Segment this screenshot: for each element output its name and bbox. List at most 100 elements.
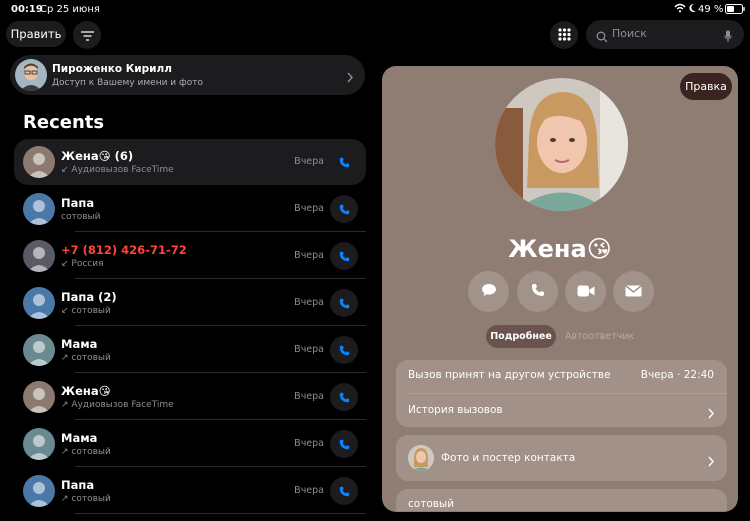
call-back-button[interactable]	[330, 148, 358, 176]
battery-icon	[725, 4, 745, 17]
call-button[interactable]	[517, 271, 558, 312]
call-back-button[interactable]	[330, 289, 358, 317]
call-type-text: Аудиовызов FaceTime	[71, 165, 174, 175]
phone-number-card[interactable]: сотовый	[396, 489, 727, 511]
search-icon	[596, 28, 608, 47]
my-avatar	[15, 59, 47, 91]
contact-photo	[495, 78, 628, 211]
status-bar: 00:19 Ср 25 июня 49 %	[0, 0, 750, 20]
incoming-arrow-icon: ↙	[61, 165, 72, 175]
call-back-button[interactable]	[330, 383, 358, 411]
outgoing-arrow-icon: ↗	[61, 353, 72, 363]
detail-edit-button[interactable]: Правка	[680, 73, 732, 100]
avatar	[23, 287, 55, 319]
edit-button[interactable]: Править	[6, 21, 66, 47]
call-type-text: сотовый	[71, 494, 111, 504]
call-type-text: сотовый	[71, 447, 111, 457]
video-camera-icon	[577, 282, 595, 301]
call-back-button[interactable]	[330, 430, 358, 458]
phone-icon	[339, 435, 350, 454]
keypad-grid-icon	[557, 26, 571, 45]
photo-poster-label: Фото и постер контакта	[441, 452, 576, 464]
recent-call-row[interactable]: Папа ↗ сотовый Вчера	[14, 468, 366, 514]
call-time: Вчера	[294, 297, 324, 308]
phone-icon	[339, 294, 350, 313]
avatar	[23, 240, 55, 272]
call-type-label: ↗ Аудиовызов FaceTime	[61, 400, 174, 410]
row-separator	[75, 325, 366, 326]
detail-edit-label: Правка	[685, 80, 727, 93]
call-type-label: ↗ сотовый	[61, 353, 111, 363]
photo-poster-row[interactable]: Фото и постер контакта	[396, 435, 727, 481]
chevron-right-icon	[347, 68, 353, 87]
battery-text: 49 %	[698, 4, 724, 15]
recent-call-row[interactable]: +7 (812) 426-71-72 ↙ Россия Вчера	[14, 233, 366, 279]
search-field[interactable]: Поиск	[586, 20, 744, 49]
call-time: Вчера	[294, 485, 324, 496]
avatar	[23, 381, 55, 413]
recent-call-row[interactable]: Жена😘 (6) ↙ Аудиовызов FaceTime Вчера	[14, 139, 366, 185]
row-separator	[75, 372, 366, 373]
tab-voicemail[interactable]: Автоответчик	[565, 331, 634, 342]
recent-call-row[interactable]: Папа (2) ↙ сотовый Вчера	[14, 280, 366, 326]
tab-details[interactable]: Подробнее	[486, 325, 556, 348]
call-back-button[interactable]	[330, 477, 358, 505]
my-name: Пироженко Кирилл	[52, 63, 172, 75]
message-button[interactable]	[468, 271, 509, 312]
microphone-icon[interactable]	[724, 28, 732, 47]
avatar	[23, 475, 55, 507]
recent-call-row[interactable]: Папа сотовый Вчера	[14, 186, 366, 232]
keypad-button[interactable]	[550, 21, 578, 49]
filter-lines-icon	[80, 26, 94, 45]
call-time: Вчера	[294, 391, 324, 402]
phone-icon	[339, 388, 350, 407]
recent-call-row[interactable]: Мама ↗ сотовый Вчера	[14, 421, 366, 467]
my-card[interactable]: Пироженко Кирилл Доступ к Вашему имени и…	[10, 55, 365, 95]
call-time: Вчера	[294, 203, 324, 214]
caller-name: Мама	[61, 337, 98, 351]
call-type-text: Россия	[71, 259, 104, 269]
call-info-text: Вызов принят на другом устройстве	[408, 369, 611, 381]
call-type-text: Аудиовызов FaceTime	[71, 400, 174, 410]
envelope-icon	[625, 282, 642, 301]
chevron-right-icon	[708, 452, 714, 471]
phone-icon	[339, 153, 350, 172]
filter-button[interactable]	[73, 21, 101, 49]
call-time: Вчера	[294, 250, 324, 261]
call-back-button[interactable]	[330, 242, 358, 270]
incoming-arrow-icon: ↙	[61, 306, 72, 316]
call-type-label: сотовый	[61, 212, 100, 222]
call-back-button[interactable]	[330, 336, 358, 364]
call-type-label: ↙ Аудиовызов FaceTime	[61, 165, 174, 175]
video-button[interactable]	[565, 271, 606, 312]
row-separator	[75, 419, 366, 420]
recent-call-row[interactable]: Мама ↗ сотовый Вчера	[14, 327, 366, 373]
contact-name: Жена😘	[508, 235, 612, 263]
call-type-label: ↙ сотовый	[61, 306, 111, 316]
caller-name: Жена😘 (6)	[61, 149, 134, 163]
row-separator	[75, 278, 366, 279]
recent-call-row[interactable]: Жена😘 ↗ Аудиовызов FaceTime Вчера	[14, 374, 366, 420]
call-history-label: История вызовов	[408, 404, 503, 416]
call-type-text: сотовый	[61, 212, 101, 222]
phone-icon	[339, 200, 350, 219]
caller-name: Мама	[61, 431, 98, 445]
contact-thumbnail	[408, 445, 434, 471]
recents-title: Recents	[23, 112, 105, 133]
call-type-label: ↙ Россия	[61, 259, 104, 269]
outgoing-arrow-icon: ↗	[61, 447, 72, 457]
call-history-row[interactable]: История вызовов	[396, 394, 727, 427]
search-placeholder: Поиск	[612, 27, 647, 40]
outgoing-arrow-icon: ↗	[61, 494, 72, 504]
call-type-label: ↗ сотовый	[61, 447, 111, 457]
status-time: 00:19	[11, 4, 43, 15]
call-back-button[interactable]	[330, 195, 358, 223]
caller-name: Папа (2)	[61, 290, 117, 304]
call-info-time: Вчера · 22:40	[640, 369, 714, 381]
wifi-icon	[674, 3, 686, 16]
phone-icon	[339, 341, 350, 360]
message-bubble-icon	[481, 282, 497, 301]
mail-button[interactable]	[613, 271, 654, 312]
call-type-text: сотовый	[71, 353, 111, 363]
caller-name: Папа	[61, 196, 95, 210]
